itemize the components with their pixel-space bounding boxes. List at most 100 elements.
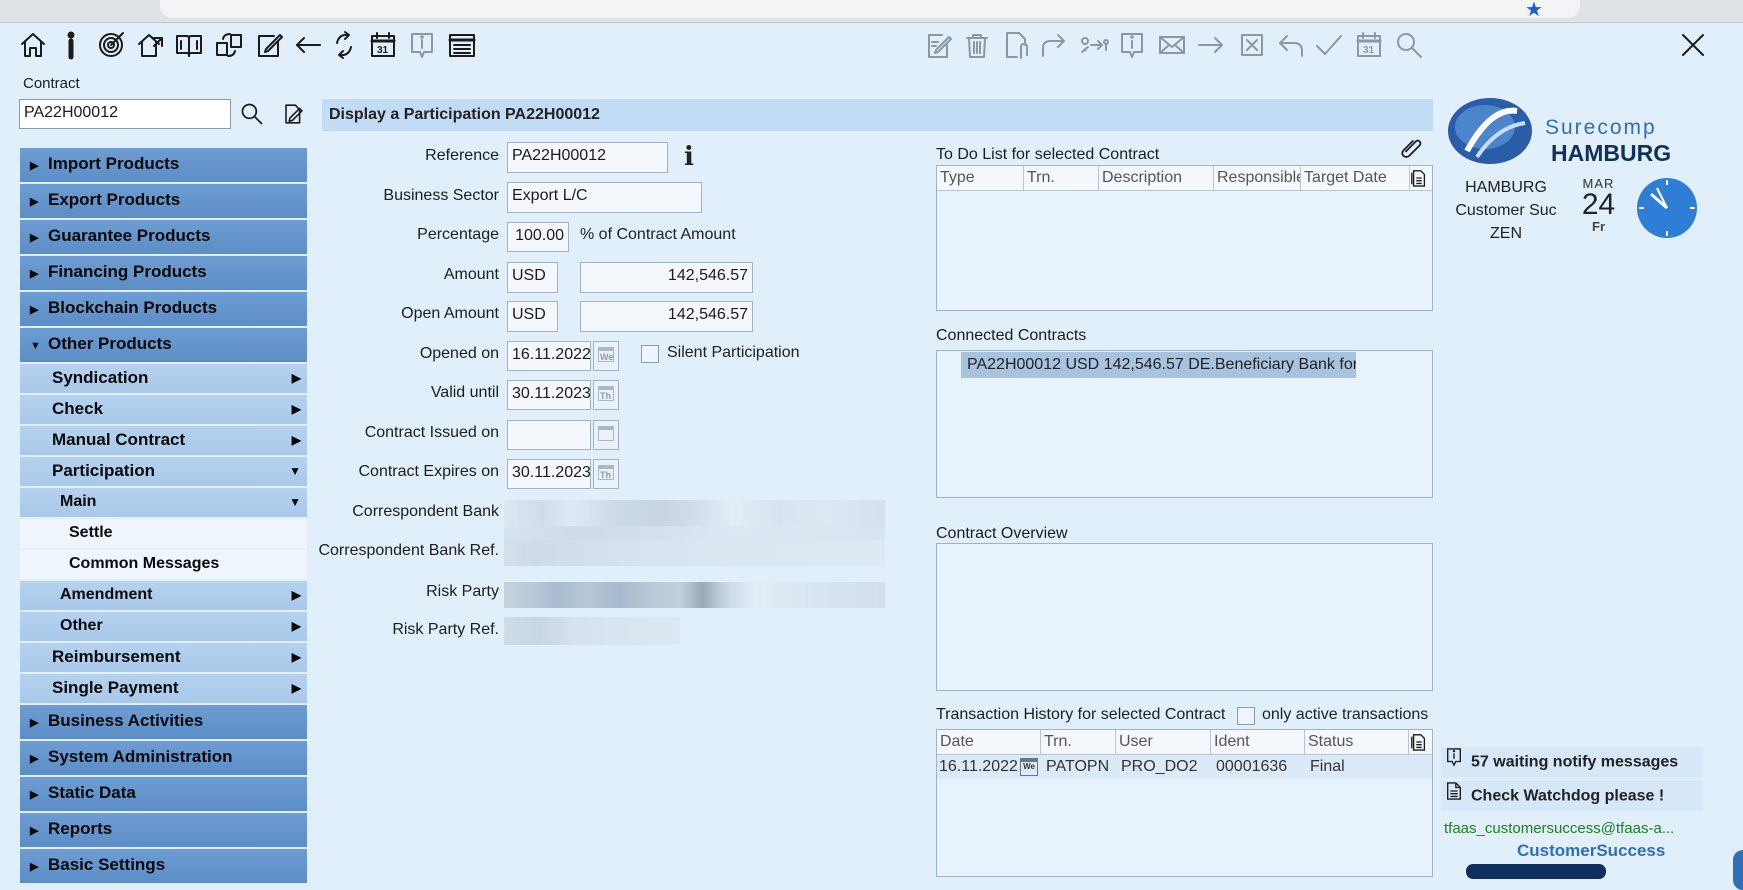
nav-static-data[interactable]: ▶ Static Data <box>20 777 307 813</box>
browser-top-strip: ★ <box>0 0 1743 23</box>
business-sector-field[interactable]: Export L/C <box>507 182 702 213</box>
nav-single-payment[interactable]: Single Payment ▶ <box>20 674 307 705</box>
notify-messages-button[interactable]: 57 waiting notify messages <box>1441 747 1703 777</box>
history-cell-user: PRO_DO2 <box>1121 758 1198 775</box>
list-icon[interactable] <box>445 28 479 62</box>
open-amount-currency-field[interactable]: USD <box>507 301 558 332</box>
correspondent-bank-field[interactable] <box>504 500 885 526</box>
exchange-icon[interactable] <box>212 28 246 62</box>
info-box-icon[interactable] <box>1115 28 1149 62</box>
history-cell-status: Final <box>1310 758 1345 775</box>
reference-info-icon[interactable]: i <box>684 142 694 172</box>
info-icon[interactable] <box>54 28 88 62</box>
contract-issued-on-calendar-icon[interactable] <box>593 420 619 450</box>
opened-on-calendar-icon[interactable]: We <box>593 341 619 371</box>
amount-field[interactable]: 142,546.57 <box>580 262 753 293</box>
silent-participation-checkbox[interactable] <box>641 345 659 363</box>
todo-list-grid[interactable]: Type Trn. Description Responsible Target… <box>936 165 1433 311</box>
edit-doc-icon[interactable] <box>922 28 956 62</box>
reference-field[interactable]: PA22H00012 <box>507 142 668 173</box>
history-col-trn[interactable]: Trn. <box>1041 730 1116 754</box>
cancel-box-icon[interactable] <box>1235 28 1269 62</box>
home-icon[interactable] <box>16 28 50 62</box>
history-col-user[interactable]: User <box>1116 730 1211 754</box>
location-line-1: HAMBURG <box>1465 179 1547 196</box>
percentage-label: Percentage <box>417 226 499 243</box>
contract-expires-on-calendar-icon[interactable]: Th <box>593 459 619 489</box>
date-weekday: Fr <box>1592 219 1605 234</box>
nav-business-activities[interactable]: ▶ Business Activities <box>20 705 307 741</box>
forward-icon[interactable] <box>1036 28 1070 62</box>
risk-party-field[interactable] <box>504 582 885 608</box>
history-col-ident[interactable]: Ident <box>1211 730 1305 754</box>
history-col-date[interactable]: Date <box>937 730 1041 754</box>
edit-icon[interactable] <box>252 28 286 62</box>
watchdog-button[interactable]: Check Watchdog please ! <box>1441 781 1703 811</box>
surecomp-logo <box>1447 97 1533 165</box>
todo-col-description[interactable]: Description <box>1099 166 1214 190</box>
back-arrow-icon[interactable] <box>291 28 325 62</box>
search-icon[interactable] <box>1392 28 1426 62</box>
todo-col-responsible[interactable]: Responsible <box>1214 166 1301 190</box>
todo-export-icon[interactable] <box>1410 168 1428 192</box>
opened-on-label: Opened on <box>419 345 499 362</box>
contract-issued-on-field[interactable] <box>507 420 591 450</box>
todo-list-label: To Do List for selected Contract <box>936 146 1160 163</box>
location-line-3: ZEN <box>1490 225 1522 242</box>
table-row[interactable]: 16.11.2022 We PATOPN PRO_DO2 00001636 Fi… <box>937 755 1432 779</box>
contract-search-icon[interactable] <box>235 97 269 131</box>
history-export-icon[interactable] <box>1410 732 1428 756</box>
history-cell-trn: PATOPN <box>1046 758 1110 775</box>
date-day: 24 <box>1581 188 1616 221</box>
only-active-checkbox[interactable] <box>1237 707 1255 725</box>
trash-icon[interactable] <box>960 28 994 62</box>
address-bar[interactable] <box>160 0 1580 18</box>
transaction-history-grid[interactable]: Date Trn. User Ident Status 16.11.2022 W… <box>936 729 1433 877</box>
check-icon[interactable] <box>1312 28 1346 62</box>
correspondent-bank-ref-field[interactable] <box>504 540 885 566</box>
close-icon[interactable] <box>1676 28 1710 62</box>
arrow-right-icon[interactable] <box>1194 28 1228 62</box>
opened-on-field[interactable]: 16.11.2022 <box>507 341 591 371</box>
contract-expires-on-field[interactable]: 30.11.2023 <box>507 459 591 489</box>
connected-contract-item[interactable]: PA22H00012 USD 142,546.57 DE.Beneficiary… <box>961 352 1356 378</box>
contract-overview-label: Contract Overview <box>936 525 1068 542</box>
email-link[interactable]: tfaas_customersuccess@tfaas-a... <box>1444 820 1674 837</box>
amount-currency-field[interactable]: USD <box>507 262 558 293</box>
risk-party-ref-field[interactable] <box>504 617 680 645</box>
bookmark-star-icon[interactable]: ★ <box>1525 0 1543 22</box>
valid-until-field[interactable]: 30.11.2023 <box>507 380 591 410</box>
calendar-icon[interactable]: 31 <box>1352 28 1386 62</box>
nav-system-administration[interactable]: ▶ System Administration <box>20 741 307 777</box>
attach-doc-icon[interactable] <box>1000 28 1034 62</box>
undo-icon[interactable] <box>1274 28 1308 62</box>
book-icon[interactable] <box>172 28 206 62</box>
todo-col-target-date[interactable]: Target Date <box>1301 166 1410 190</box>
percentage-field[interactable]: 100.00 <box>507 222 569 252</box>
todo-col-trn[interactable]: Trn. <box>1024 166 1099 190</box>
route-icon[interactable] <box>1077 28 1111 62</box>
history-col-status[interactable]: Status <box>1305 730 1409 754</box>
history-cell-date: 16.11.2022 <box>939 758 1018 775</box>
percentage-suffix: % of Contract Amount <box>580 226 736 243</box>
open-amount-field[interactable]: 142,546.57 <box>580 301 753 332</box>
info-box-icon[interactable] <box>405 28 439 62</box>
business-sector-label: Business Sector <box>383 187 499 204</box>
contract-details-icon[interactable] <box>277 97 311 131</box>
todo-col-type[interactable]: Type <box>937 166 1024 190</box>
refresh-icon[interactable] <box>327 28 361 62</box>
mail-icon[interactable] <box>1155 28 1189 62</box>
nav-basic-settings[interactable]: ▶ Basic Settings <box>20 849 307 885</box>
contract-search-input[interactable]: PA22H00012 <box>19 99 231 129</box>
contract-overview-panel <box>936 543 1433 691</box>
connected-contracts-list[interactable]: PA22H00012 USD 142,546.57 DE.Beneficiary… <box>936 350 1433 498</box>
nav-reimbursement[interactable]: Reimbursement ▶ <box>20 643 307 674</box>
export-icon[interactable] <box>133 28 167 62</box>
scroll-indicator[interactable] <box>1733 850 1743 890</box>
nav-reports[interactable]: ▶ Reports <box>20 813 307 849</box>
target-icon[interactable] <box>94 28 128 62</box>
calendar-icon[interactable]: 31 <box>366 28 400 62</box>
valid-until-calendar-icon[interactable]: Th <box>593 380 619 410</box>
location-info: HAMBURG Customer Suc ZEN <box>1448 176 1564 245</box>
paperclip-icon[interactable] <box>1395 130 1429 164</box>
